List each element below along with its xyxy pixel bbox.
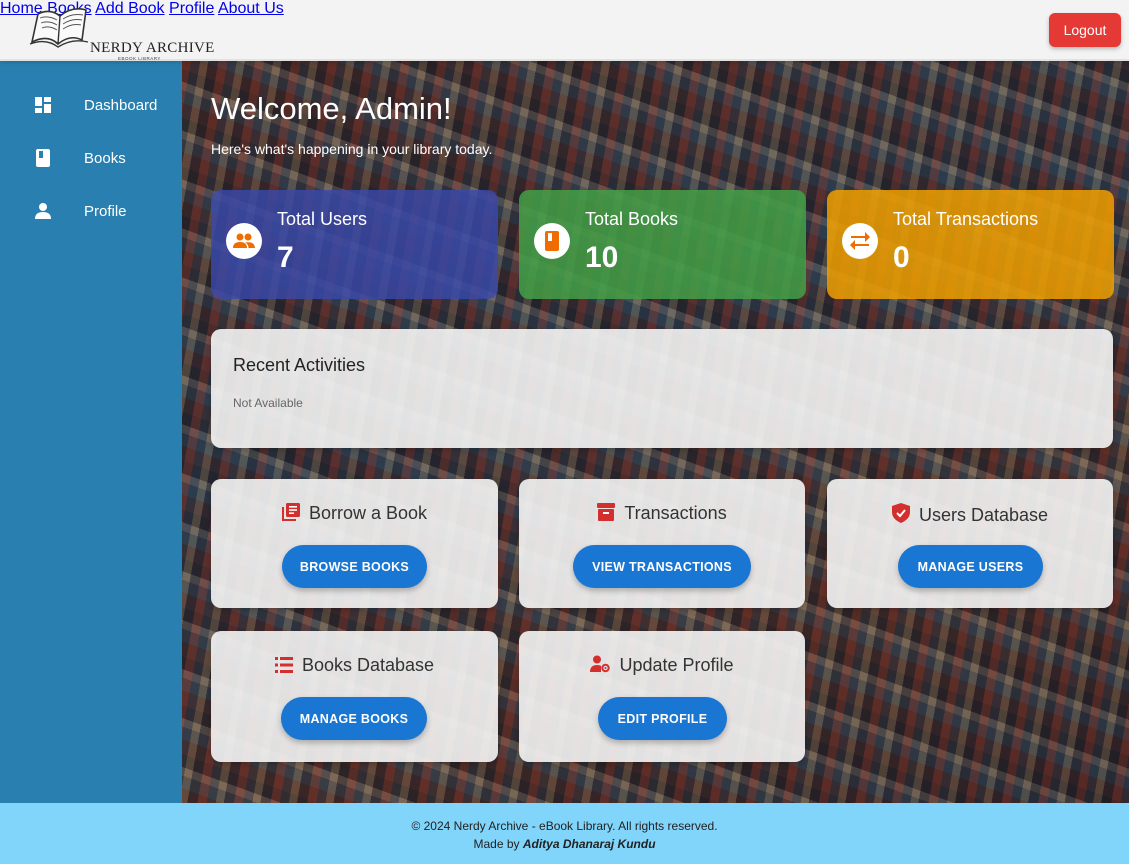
stat-title: Total Books [585, 209, 679, 229]
sidebar-item-label: Dashboard [84, 96, 158, 114]
made-by-label: Made by [473, 837, 520, 851]
card-title: Users Database [918, 505, 1049, 525]
transactions-card: Transactions VIEW TRANSACTIONS [519, 479, 805, 608]
card-heading: Users Database [827, 503, 1113, 528]
card-title: Transactions [624, 503, 727, 523]
card-title: Update Profile [619, 655, 734, 675]
books-database-card: Books Database MANAGE BOOKS [211, 631, 498, 762]
sidebar-item-label: Profile [84, 202, 127, 220]
browse-books-button[interactable]: BROWSE BOOKS [282, 545, 427, 588]
copyright-text: © 2024 Nerdy Archive - eBook Library. Al… [411, 819, 718, 833]
users-icon [226, 223, 262, 259]
manage-account-icon [590, 655, 611, 678]
archive-icon [597, 503, 616, 526]
card-heading: Borrow a Book [211, 503, 498, 526]
sidebar-item-label: Books [84, 149, 126, 167]
card-heading: Books Database [211, 655, 498, 678]
logout-button[interactable]: Logout [1049, 13, 1121, 47]
stat-value: 7 [277, 241, 294, 274]
recent-activities-value: Not Available [233, 396, 303, 410]
brand-title: NERDY ARCHIVE [90, 40, 215, 56]
stat-card-books: Total Books 10 [519, 190, 806, 299]
book-icon [534, 223, 570, 259]
borrow-book-card: Borrow a Book BROWSE BOOKS [211, 479, 498, 608]
author-name: Aditya Dhanaraj Kundu [522, 837, 656, 851]
users-database-card: Users Database MANAGE USERS [827, 479, 1113, 608]
top-navbar: NERDY ARCHIVE EBOOK LIBRARY Home Books A… [0, 0, 1129, 61]
view-transactions-button[interactable]: VIEW TRANSACTIONS [573, 545, 751, 588]
update-profile-card: Update Profile EDIT PROFILE [519, 631, 805, 762]
manage-books-button[interactable]: MANAGE BOOKS [281, 697, 427, 740]
card-heading: Update Profile [519, 655, 805, 678]
brand-logo[interactable]: NERDY ARCHIVE EBOOK LIBRARY [28, 4, 214, 61]
open-book-logo-icon [29, 8, 89, 48]
sidebar-item-profile[interactable]: Profile [0, 191, 182, 231]
stat-value: 0 [893, 241, 910, 274]
stat-title: Total Users [277, 209, 368, 229]
brand-subtitle: EBOOK LIBRARY [118, 56, 161, 61]
swap-icon [842, 223, 878, 259]
recent-activities-panel: Recent Activities Not Available [211, 329, 1113, 448]
stat-value: 10 [585, 241, 619, 274]
recent-activities-title: Recent Activities [233, 355, 366, 375]
shield-icon [891, 503, 910, 528]
library-books-icon [281, 503, 300, 526]
card-title: Borrow a Book [308, 503, 428, 523]
stat-card-transactions: Total Transactions 0 [827, 190, 1114, 299]
page-title: Welcome, Admin! [211, 91, 452, 126]
list-icon [274, 657, 293, 678]
sidebar-item-books[interactable]: Books [0, 138, 182, 178]
made-by-line: Made by Aditya Dhanaraj Kundu [0, 837, 1129, 851]
book-icon [34, 149, 52, 167]
dashboard-icon [34, 96, 52, 114]
card-heading: Transactions [519, 503, 805, 526]
card-title: Books Database [301, 655, 435, 675]
stat-card-users: Total Users 7 [211, 190, 498, 299]
edit-profile-button[interactable]: EDIT PROFILE [598, 697, 727, 740]
sidebar-item-dashboard[interactable]: Dashboard [0, 85, 182, 125]
sidebar: Dashboard Books Profile [0, 61, 182, 803]
page-subtitle: Here's what's happening in your library … [211, 141, 493, 157]
footer: © 2024 Nerdy Archive - eBook Library. Al… [0, 803, 1129, 864]
nav-about-link[interactable]: About Us [218, 0, 284, 17]
manage-users-button[interactable]: MANAGE USERS [898, 545, 1043, 588]
stat-title: Total Transactions [893, 209, 1039, 229]
person-icon [34, 202, 52, 220]
